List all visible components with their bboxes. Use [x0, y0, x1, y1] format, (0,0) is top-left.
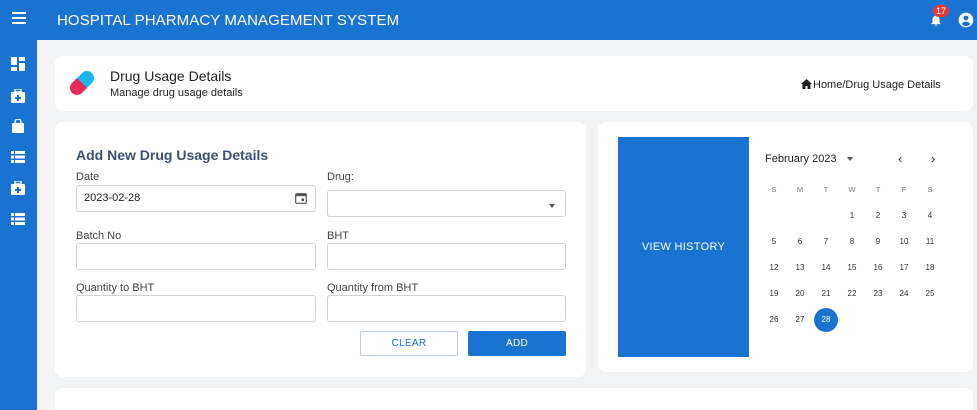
date-label: Date	[76, 171, 100, 183]
calendar-day[interactable]: 11	[917, 229, 943, 255]
breadcrumb[interactable]: Home/Drug Usage Details	[801, 79, 941, 91]
medical-bag-icon[interactable]	[11, 181, 25, 195]
top-app-bar: HOSPITAL PHARMACY MANAGEMENT SYSTEM 17	[0, 0, 977, 40]
list-icon[interactable]	[11, 212, 25, 226]
calendar-day[interactable]: 14	[813, 255, 839, 281]
drug-label: Drug:	[327, 171, 354, 183]
calendar-weekday: S	[927, 185, 933, 194]
calendar-day[interactable]: 15	[839, 255, 865, 281]
calendar-day[interactable]: 12	[761, 255, 787, 281]
batch-no-label: Batch No	[76, 230, 122, 242]
home-icon	[801, 79, 812, 89]
page-header-card: Drug Usage Details Manage drug usage det…	[55, 56, 973, 111]
drug-select[interactable]	[327, 190, 566, 217]
calendar-day[interactable]: 19	[761, 281, 787, 307]
pill-icon	[70, 71, 94, 95]
notification-badge: 17	[933, 5, 950, 17]
calendar-day[interactable]: 17	[891, 255, 917, 281]
calendar-day[interactable]: 21	[813, 281, 839, 307]
calendar-day[interactable]: 27	[787, 307, 813, 333]
date-input[interactable]: 2023-02-28	[76, 185, 316, 212]
quantity-to-bht-label: Quantity to BHT	[76, 282, 155, 294]
bht-input[interactable]	[327, 243, 566, 270]
calendar-day[interactable]: 16	[865, 255, 891, 281]
calendar-day[interactable]: 28	[813, 307, 839, 333]
calendar-day[interactable]: 5	[761, 229, 787, 255]
calendar-day[interactable]: 6	[787, 229, 813, 255]
chevron-down-icon	[549, 204, 555, 208]
calendar-day[interactable]: 18	[917, 255, 943, 281]
menu-icon[interactable]	[12, 12, 26, 26]
calendar-selected-day[interactable]: 28	[814, 308, 838, 332]
calendar-day[interactable]: 20	[787, 281, 813, 307]
quantity-from-bht-input[interactable]	[327, 295, 566, 322]
calendar-day[interactable]: 24	[891, 281, 917, 307]
calendar-weekday: M	[796, 185, 804, 194]
calendar-weekday: T	[875, 185, 881, 194]
calendar-day[interactable]: 1	[839, 203, 865, 229]
dashboard-icon[interactable]	[11, 57, 25, 71]
breadcrumb-text: Home/Drug Usage Details	[813, 79, 941, 91]
page-subtitle: Manage drug usage details	[110, 87, 243, 99]
list-icon[interactable]	[11, 150, 25, 164]
calendar-day[interactable]: 13	[787, 255, 813, 281]
calendar-day[interactable]: 9	[865, 229, 891, 255]
user-icon[interactable]	[958, 12, 974, 28]
calendar-empty-cell	[813, 203, 839, 229]
calendar-day[interactable]: 25	[917, 281, 943, 307]
date-value: 2023-02-28	[84, 192, 141, 204]
form-title: Add New Drug Usage Details	[76, 147, 269, 163]
sidebar	[0, 40, 37, 410]
view-history-button[interactable]: VIEW HISTORY	[618, 137, 749, 357]
chevron-down-icon[interactable]	[847, 157, 853, 161]
calendar-day[interactable]: 22	[839, 281, 865, 307]
calendar-day[interactable]: 8	[839, 229, 865, 255]
bag-icon[interactable]	[11, 119, 25, 133]
calendar-empty-cell	[761, 203, 787, 229]
calendar-weekday: S	[771, 185, 777, 194]
batch-no-input[interactable]	[76, 243, 316, 270]
calendar-day[interactable]: 26	[761, 307, 787, 333]
add-drug-usage-form: Add New Drug Usage Details Date 2023-02-…	[55, 122, 586, 377]
calendar-weekday: F	[901, 185, 907, 194]
quantity-to-bht-input[interactable]	[76, 295, 316, 322]
calendar-month-label[interactable]: February 2023	[765, 153, 837, 165]
calendar-day[interactable]: 10	[891, 229, 917, 255]
calendar-weekday: T	[823, 185, 829, 194]
calendar-grid: S M T W T F S 1 2 3 4 5 6 7 8 9 10 11 12 13 14 15 16 17 18 19 20 21…	[761, 177, 943, 333]
bht-label: BHT	[327, 230, 349, 242]
quantity-from-bht-label: Quantity from BHT	[327, 282, 419, 294]
calendar-icon[interactable]	[295, 192, 307, 204]
clear-button[interactable]: CLEAR	[360, 331, 458, 356]
medical-bag-icon[interactable]	[11, 89, 25, 103]
calendar-day[interactable]: 3	[891, 203, 917, 229]
history-calendar-card: VIEW HISTORY February 2023 ‹ › SMTWTFS12…	[598, 122, 973, 372]
add-button[interactable]: ADD	[468, 331, 566, 356]
calendar-day[interactable]: 4	[917, 203, 943, 229]
calendar-empty-cell	[787, 203, 813, 229]
calendar-day[interactable]: 7	[813, 229, 839, 255]
calendar-day[interactable]: 23	[865, 281, 891, 307]
page-title: Drug Usage Details	[110, 68, 232, 84]
chevron-left-icon[interactable]: ‹	[898, 151, 902, 166]
chevron-right-icon[interactable]: ›	[931, 151, 935, 166]
app-title: HOSPITAL PHARMACY MANAGEMENT SYSTEM	[57, 12, 400, 29]
calendar-weekday: W	[848, 185, 856, 194]
bottom-card	[55, 388, 973, 410]
calendar-day[interactable]: 2	[865, 203, 891, 229]
